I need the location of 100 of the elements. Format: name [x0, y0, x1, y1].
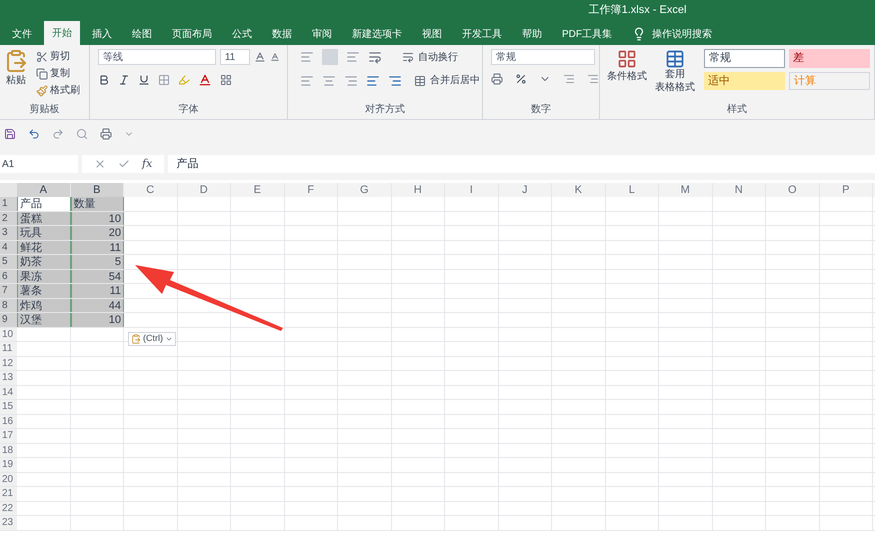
font-name-field[interactable]: 等线 [98, 49, 216, 65]
brush-icon[interactable] [36, 84, 48, 96]
column-header[interactable]: C [124, 183, 178, 197]
insert-function-button[interactable]: fx [142, 156, 152, 172]
column-header[interactable]: D [178, 183, 231, 197]
column-header[interactable]: K [552, 183, 606, 197]
ribbon-tab[interactable]: PDF工具集 [554, 23, 620, 45]
row-header[interactable]: 5 [0, 255, 17, 268]
wrap-icon[interactable] [402, 51, 414, 63]
copy-icon[interactable] [36, 68, 48, 80]
merge-center-button[interactable]: 合并后居中 [430, 73, 480, 88]
column-header[interactable]: P [820, 183, 873, 197]
format-painter-button[interactable]: 格式刷 [50, 83, 80, 98]
column-header[interactable]: A [17, 183, 70, 197]
cut-button[interactable]: 剪切 [50, 49, 70, 64]
italic-icon[interactable] [118, 74, 130, 86]
row-header[interactable]: 12 [0, 356, 17, 370]
ribbon-tab[interactable]: 绘图 [124, 23, 160, 45]
column-header[interactable]: M [659, 183, 712, 197]
table-format-icon[interactable] [665, 49, 685, 69]
enter-icon[interactable] [118, 158, 130, 170]
ribbon-tab[interactable]: 新建选项卡 [344, 23, 410, 45]
caret-icon[interactable] [165, 335, 173, 343]
name-box[interactable]: A1 [0, 155, 78, 173]
clipboard-icon[interactable] [131, 334, 141, 344]
table-format-button[interactable]: 套用 [665, 69, 685, 82]
row-header[interactable]: 23 [0, 516, 17, 530]
paste-options-button[interactable]: (Ctrl) [128, 332, 176, 346]
row-header[interactable]: 15 [0, 400, 17, 414]
ribbon-tab[interactable]: 开始 [44, 21, 80, 45]
percent-icon[interactable] [515, 73, 527, 85]
column-header[interactable]: N [712, 183, 766, 197]
number-format-field[interactable]: 常规 [491, 49, 595, 65]
row-header[interactable]: 11 [0, 342, 17, 356]
copy-button[interactable]: 复制 [50, 66, 70, 81]
align-center-icon[interactable] [322, 74, 336, 88]
align-right-icon[interactable] [344, 74, 358, 88]
bold-icon[interactable] [98, 74, 110, 86]
row-header[interactable]: 19 [0, 458, 17, 472]
cell-style-swatch[interactable]: 适中 [704, 72, 785, 90]
row-header[interactable]: 22 [0, 502, 17, 515]
search-field[interactable]: 操作说明搜索 [652, 26, 712, 42]
ribbon-tab[interactable]: 数据 [264, 23, 300, 45]
paste-button[interactable]: 粘贴 [6, 73, 26, 88]
border-icon[interactable] [158, 74, 170, 86]
scissors-icon[interactable] [36, 50, 48, 62]
ribbon-tab[interactable]: 审阅 [304, 23, 340, 45]
cell-style-swatch[interactable]: 常规 [704, 49, 785, 68]
fill-color-icon[interactable] [178, 74, 190, 86]
column-header[interactable]: L [606, 183, 659, 197]
row-header[interactable]: 6 [0, 270, 17, 283]
row-header[interactable]: 1 [0, 197, 17, 210]
bottom-align-icon[interactable] [346, 50, 360, 64]
font-color-icon[interactable] [198, 73, 212, 87]
row-header[interactable]: 18 [0, 444, 17, 457]
row-header[interactable]: 3 [0, 226, 17, 240]
ribbon-tab[interactable]: 插入 [84, 23, 120, 45]
row-header[interactable]: 8 [0, 298, 17, 312]
print-preview-icon[interactable] [76, 128, 88, 140]
paste-icon[interactable] [4, 49, 28, 73]
font-size-field[interactable]: 11 [220, 49, 250, 65]
shrink-font-icon[interactable] [270, 52, 280, 62]
row-header[interactable]: 16 [0, 414, 17, 428]
row-header[interactable]: 14 [0, 386, 17, 399]
column-header[interactable]: O [766, 183, 820, 197]
table-format-button[interactable]: 表格格式 [655, 82, 695, 94]
column-header[interactable]: H [392, 183, 445, 197]
grow-font-icon[interactable] [254, 51, 266, 63]
ribbon-tab[interactable]: 公式 [224, 23, 260, 45]
row-header[interactable]: 2 [0, 212, 17, 225]
column-header[interactable]: J [498, 183, 552, 197]
redo-icon[interactable] [52, 128, 64, 140]
conditional-format-icon[interactable] [617, 49, 637, 69]
ribbon-tab[interactable]: 帮助 [514, 23, 550, 45]
wrap-text-button[interactable]: 自动换行 [418, 50, 458, 64]
align-left-icon[interactable] [300, 74, 314, 88]
cancel-icon[interactable] [94, 158, 106, 170]
underline-icon[interactable] [138, 74, 150, 86]
row-header[interactable]: 21 [0, 487, 17, 500]
row-header[interactable]: 10 [0, 328, 17, 341]
row-header[interactable]: 7 [0, 284, 17, 298]
indent-icon[interactable] [388, 74, 402, 88]
row-header[interactable]: 13 [0, 371, 17, 384]
column-header[interactable]: B [70, 183, 124, 197]
formula-input[interactable]: 产品 [168, 155, 875, 173]
row-header[interactable]: 20 [0, 472, 17, 486]
column-header[interactable]: G [338, 183, 392, 197]
row-header[interactable]: 4 [0, 240, 17, 254]
ribbon-tab[interactable]: 页面布局 [164, 23, 220, 45]
row-header[interactable]: 17 [0, 429, 17, 442]
lightbulb-icon[interactable] [632, 27, 646, 41]
row-header[interactable]: 9 [0, 313, 17, 326]
cell-style-swatch[interactable]: 差 [789, 49, 870, 68]
ribbon-tab[interactable]: 文件 [4, 23, 40, 45]
save-icon[interactable] [4, 128, 16, 140]
outdent-icon[interactable] [366, 74, 380, 88]
column-header[interactable]: F [284, 183, 338, 197]
undo-icon[interactable] [28, 128, 40, 140]
top-align-icon[interactable] [300, 50, 314, 64]
column-header[interactable]: I [445, 183, 498, 197]
